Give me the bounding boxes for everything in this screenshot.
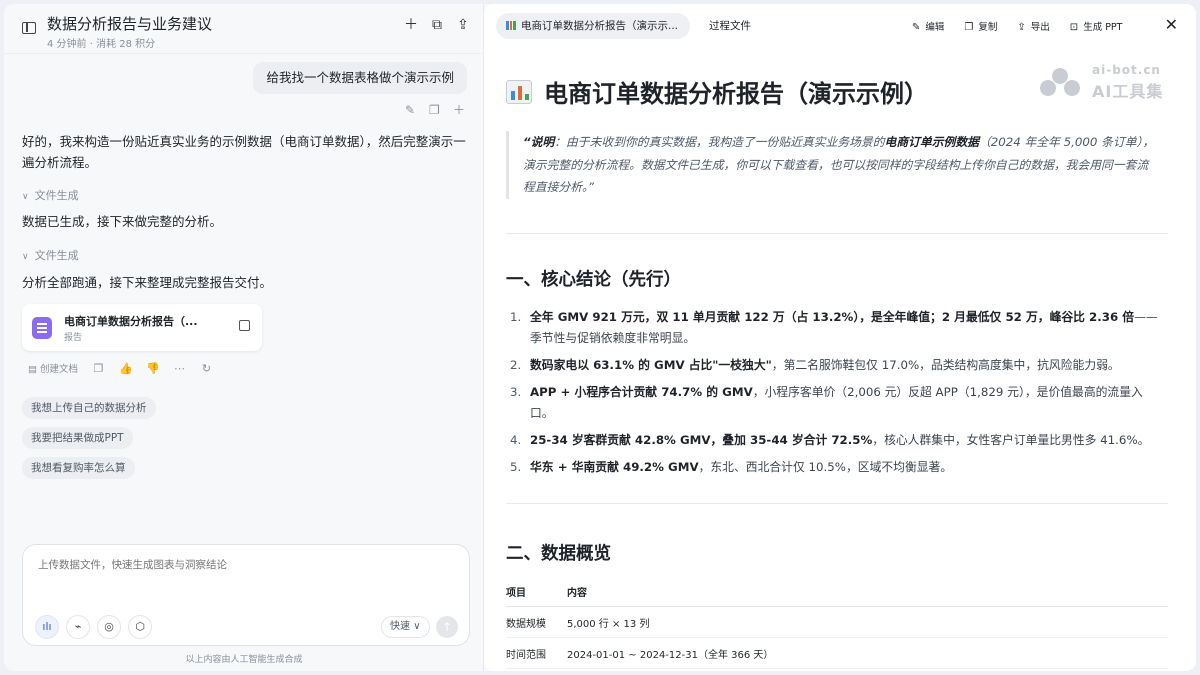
bar-chart-icon xyxy=(506,80,532,104)
overview-table: 项目 内容 数据规模 5,000 行 × 13 列 时间范围 2024-01-0… xyxy=(506,576,1168,669)
data-analysis-icon[interactable]: ılı xyxy=(35,615,59,639)
export-icon: ⇪ xyxy=(1017,22,1026,33)
list-item: 5. 华东 + 华南贡献 49.2% GMV，东北、西北合计仅 10.5%，区域不… xyxy=(510,459,953,474)
copy-link-icon[interactable]: ⧉ xyxy=(430,18,444,32)
list-item: 3. APP + 小程序合计贡献 74.7% 的 GMV，小程序客单价（2,006… xyxy=(510,384,1143,420)
edit-button[interactable]: ✎ 编辑 xyxy=(912,19,944,33)
chat-input-box: ılı ⌁ ◎ ⬡ 快速 ∨ ↑ xyxy=(22,544,470,646)
report-doc-card[interactable]: 电商订单数据分析报告（... 报告 xyxy=(22,304,262,351)
user-message: 给我找一个数据表格做个演示示例 xyxy=(253,62,467,94)
doc-icon: ▤ xyxy=(28,364,40,375)
intro-quote: “说明：由于未收到你的真实数据，我构造了一份贴近真实业务场景的电商订单示例数据（… xyxy=(506,131,1156,199)
copy-button[interactable]: ❐ 复制 xyxy=(964,19,997,33)
chevron-down-icon: ∨ xyxy=(22,192,29,202)
document-header: 电商订单数据分析报告（演示示... 过程文件 ✎ 编辑 ❐ 复制 ⇪ 导出 ⊡ 生成 P… xyxy=(484,4,1196,50)
divider xyxy=(506,232,1168,234)
step-toggle-file-generation[interactable]: ∨ 文件生成 xyxy=(22,187,79,203)
thumbs-down-icon[interactable]: 👎 xyxy=(146,362,160,375)
chevron-down-icon: ∨ xyxy=(413,621,421,632)
table-header: 项目 xyxy=(506,576,567,607)
section-heading-conclusions: 一、核心结论（先行） xyxy=(506,269,681,290)
presentation-icon: ⊡ xyxy=(1069,22,1079,33)
chevron-down-icon: ∨ xyxy=(22,252,29,262)
chat-input[interactable] xyxy=(38,559,438,571)
list-item: 1. 全年 GMV 921 万元，双 11 单月贡献 122 万（占 13.2%）… xyxy=(510,309,1158,345)
sidebar-toggle-icon[interactable] xyxy=(22,22,36,34)
table-header: 内容 xyxy=(567,576,1168,607)
report-title: 电商订单数据分析报告（演示示例） xyxy=(506,72,1168,116)
copy-message-icon[interactable]: ❐ xyxy=(429,104,441,116)
attach-icon[interactable]: ⌁ xyxy=(66,615,90,639)
tab-report[interactable]: 电商订单数据分析报告（演示示... xyxy=(496,13,691,39)
globe-icon[interactable]: ◎ xyxy=(97,615,121,639)
conversation-meta: 4 分钟前 · 消耗 28 积分 xyxy=(47,39,156,50)
assistant-message-end: 分析全部跑通，接下来整理成完整报告交付。 xyxy=(22,275,273,290)
send-button[interactable]: ↑ xyxy=(436,616,458,638)
copy-icon: ❐ xyxy=(964,22,974,33)
bar-chart-icon xyxy=(506,21,516,30)
new-chat-icon[interactable]: ＋ xyxy=(404,18,418,32)
cube-icon[interactable]: ⬡ xyxy=(128,615,152,639)
table-row: 时间范围 2024-01-01 ~ 2024-12-31（全年 366 天） xyxy=(506,637,1168,669)
share-icon[interactable]: ⇪ xyxy=(456,18,470,32)
regenerate-icon[interactable]: ↻ xyxy=(200,362,213,375)
generate-ppt-button[interactable]: ⊡ 生成 PPT xyxy=(1070,19,1123,33)
more-icon[interactable]: ⋯ xyxy=(173,362,186,375)
report-content: 电商订单数据分析报告（演示示例） “说明：由于未收到你的真实数据，我构造了一份贴… xyxy=(506,72,1168,669)
pencil-icon: ✎ xyxy=(912,22,921,33)
table-cell: 5,000 行 × 13 列 xyxy=(567,606,1168,638)
list-item: 4. 25-34 岁客群贡献 42.8% GMV，叠加 35-44 岁合计 72.… xyxy=(510,432,1150,447)
table-row: 数据规模 5,000 行 × 13 列 xyxy=(506,606,1168,638)
edit-message-icon[interactable]: ✎ xyxy=(405,104,417,116)
export-button[interactable]: ⇪ 导出 xyxy=(1017,19,1049,33)
conversation-title: 数据分析报告与业务建议 xyxy=(47,15,213,33)
suggestion-chip[interactable]: 我要把结果做成PPT xyxy=(22,427,133,449)
copy-icon[interactable]: ❐ xyxy=(92,362,105,375)
table-cell: 2024-01-01 ~ 2024-12-31（全年 366 天） xyxy=(567,637,1168,669)
assistant-message-intro: 好的，我来构造一份贴近真实业务的示例数据（电商订单数据），然后完整演示一遍分析流… xyxy=(22,134,466,170)
conclusions-list: 1. 全年 GMV 921 万元，双 11 单月贡献 122 万（占 13.2%）… xyxy=(506,307,1168,478)
chat-panel: 数据分析报告与业务建议 4 分钟前 · 消耗 28 积分 ＋ ⧉ ⇪ 给我找一个… xyxy=(4,4,484,671)
assistant-message-mid: 数据已生成，接下来做完整的分析。 xyxy=(22,214,223,229)
suggestion-chip[interactable]: 我想看复购率怎么算 xyxy=(22,457,135,479)
create-doc-button[interactable]: ▤ 创建文档 xyxy=(28,361,78,375)
close-icon[interactable]: ✕ xyxy=(1165,15,1178,34)
document-icon xyxy=(32,317,52,339)
chat-header: 数据分析报告与业务建议 4 分钟前 · 消耗 28 积分 ＋ ⧉ ⇪ xyxy=(4,4,484,54)
thumbs-up-icon[interactable]: 👍 xyxy=(119,362,133,375)
table-cell: 数据规模 xyxy=(506,606,567,638)
list-item: 2. 数码家电以 63.1% 的 GMV 占比"一枝独大"，第二名服饰鞋包仅 17… xyxy=(510,357,1120,372)
document-panel: 电商订单数据分析报告（演示示... 过程文件 ✎ 编辑 ❐ 复制 ⇪ 导出 ⊡ 生成 P… xyxy=(484,4,1196,671)
section-heading-overview: 二、数据概览 xyxy=(506,543,611,564)
table-cell: 时间范围 xyxy=(506,637,567,669)
ai-disclaimer: 以上内容由人工智能生成合成 xyxy=(185,655,303,665)
step-toggle-file-generation-2[interactable]: ∨ 文件生成 xyxy=(22,247,79,263)
add-icon[interactable]: ＋ xyxy=(453,104,465,116)
table-header-row: 项目 内容 xyxy=(506,576,1168,607)
open-external-icon[interactable] xyxy=(239,320,250,331)
mode-select[interactable]: 快速 ∨ xyxy=(381,616,430,638)
doc-card-type: 报告 xyxy=(64,333,83,343)
divider xyxy=(506,502,1168,504)
app-window: 数据分析报告与业务建议 4 分钟前 · 消耗 28 积分 ＋ ⧉ ⇪ 给我找一个… xyxy=(4,4,1196,671)
tab-process-files[interactable]: 过程文件 xyxy=(709,13,751,39)
suggestion-chip[interactable]: 我想上传自己的数据分析 xyxy=(22,397,156,419)
doc-card-name: 电商订单数据分析报告（... xyxy=(64,315,198,328)
